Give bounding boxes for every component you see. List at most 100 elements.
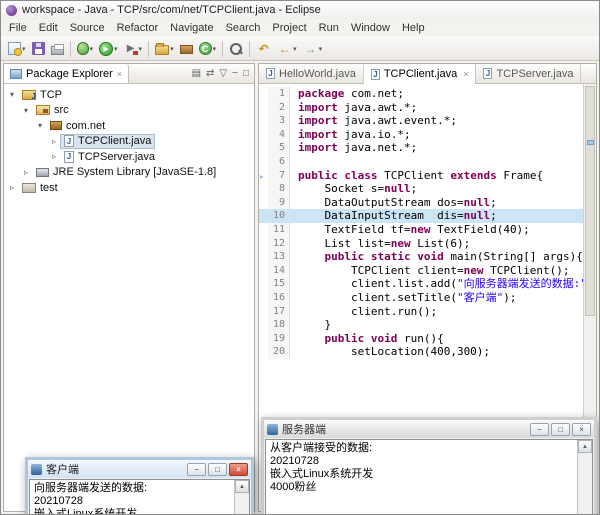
dropdown-arrow-icon[interactable]: ▾ [114, 45, 118, 53]
client-maximize-button[interactable]: □ [208, 463, 227, 476]
new-java-project-button[interactable]: ▾ [152, 38, 177, 59]
code-line-8[interactable]: 8 Socket s=null; [259, 182, 583, 196]
code-line-2[interactable]: 2import java.awt.*; [259, 101, 583, 115]
forward-button[interactable]: →▾ [300, 38, 326, 59]
package-explorer-title: Package Explorer [26, 68, 113, 80]
dropdown-arrow-icon[interactable]: ▾ [213, 45, 217, 53]
menu-search[interactable]: Search [220, 21, 267, 35]
view-menu-icon[interactable]: ▽ [219, 65, 227, 83]
menu-refactor[interactable]: Refactor [111, 21, 165, 35]
link-with-editor-icon[interactable]: ⇄ [206, 65, 214, 83]
external-tools-button[interactable]: ▶▾ [121, 38, 146, 59]
expanded-expander-icon[interactable]: ▾ [34, 121, 46, 130]
menu-edit[interactable]: Edit [33, 21, 64, 35]
collapsed-expander-icon[interactable]: ▹ [48, 152, 60, 161]
code-line-6[interactable]: 6 [259, 155, 583, 169]
back-button[interactable]: ←▾ [274, 38, 300, 59]
dropdown-arrow-icon[interactable]: ▾ [293, 45, 297, 53]
server-list-vscrollbar[interactable]: ▲ ▼ [577, 440, 592, 515]
client-close-button[interactable]: × [229, 463, 248, 476]
save-button[interactable] [29, 38, 48, 59]
dropdown-arrow-icon[interactable]: ▾ [22, 45, 26, 53]
code-line-19[interactable]: 19 public void run(){ [259, 332, 583, 346]
server-maximize-button[interactable]: □ [551, 423, 570, 436]
code-line-1[interactable]: 1package com.net; [259, 87, 583, 101]
collapsed-expander-icon[interactable]: ▹ [20, 168, 32, 177]
run-button[interactable]: ▶▾ [96, 38, 121, 59]
code-line-18[interactable]: 18 } [259, 318, 583, 332]
scroll-up-icon[interactable]: ▲ [235, 480, 249, 493]
code-line-13[interactable]: 13 public static void main(String[] args… [259, 250, 583, 264]
client-list-vscrollbar[interactable]: ▲ ▼ [234, 480, 249, 515]
print-button[interactable] [48, 38, 67, 59]
expanded-expander-icon[interactable]: ▾ [20, 106, 32, 115]
tree-item-jre-system-library-javase-1-8-[interactable]: ▹JRE System Library [JavaSE-1.8] [4, 165, 254, 181]
code-line-20[interactable]: 20 setLocation(400,300); [259, 345, 583, 359]
dropdown-arrow-icon[interactable]: ▾ [139, 45, 143, 53]
code-line-9[interactable]: 9 DataOutputStream dos=null; [259, 196, 583, 210]
code-line-15[interactable]: 15 client.list.add("向服务器端发送的数据:"); [259, 277, 583, 291]
code-line-14[interactable]: 14 TCPClient client=new TCPClient(); [259, 264, 583, 278]
package-explorer-tab[interactable]: Package Explorer × [4, 64, 129, 83]
search-icon [229, 42, 243, 56]
last-edit-location-button[interactable]: ↶ [253, 38, 274, 59]
code-line-5[interactable]: 5import java.net.*; [259, 141, 583, 155]
new-wizard-button[interactable]: ▾ [5, 38, 29, 59]
server-close-button[interactable]: × [572, 423, 591, 436]
client-minimize-button[interactable]: − [187, 463, 206, 476]
code-line-17[interactable]: 17 client.run(); [259, 305, 583, 319]
menu-project[interactable]: Project [266, 21, 312, 35]
code-line-11[interactable]: 11 TextField tf=new TextField(40); [259, 223, 583, 237]
title-bar[interactable]: workspace - Java - TCP/src/com/net/TCPCl… [1, 1, 599, 19]
tree-item-tcpserver-java[interactable]: ▹JTCPServer.java [4, 149, 254, 165]
close-tab-icon[interactable]: × [463, 69, 468, 79]
expanded-expander-icon[interactable]: ▾ [6, 90, 18, 99]
menu-source[interactable]: Source [64, 21, 111, 35]
annotation-gutter [259, 237, 268, 251]
dropdown-arrow-icon[interactable]: ▾ [90, 45, 94, 53]
new-class-button[interactable]: C▾ [196, 38, 220, 59]
tab-tcpclient-java[interactable]: J TCPClient.java × [364, 64, 477, 84]
client-titlebar[interactable]: 客户端 − □ × [28, 460, 251, 478]
code-line-12[interactable]: 12 List list=new List(6); [259, 237, 583, 251]
overview-marker[interactable] [587, 140, 594, 145]
server-minimize-button[interactable]: − [530, 423, 549, 436]
code-line-10[interactable]: 10 DataInputStream dis=null; [259, 209, 583, 223]
collapsed-expander-icon[interactable]: ▹ [48, 137, 60, 146]
scrollbar-thumb[interactable] [585, 86, 595, 316]
server-list[interactable]: 从客户端接受的数据:20210728嵌入式Linux系统开发4000粉丝 [266, 440, 577, 515]
dropdown-arrow-icon[interactable]: ▾ [170, 45, 174, 53]
code-line-4[interactable]: 4import java.io.*; [259, 128, 583, 142]
server-window-controls: − □ × [530, 423, 591, 436]
menu-run[interactable]: Run [313, 21, 345, 35]
maximize-view-icon[interactable]: □ [243, 65, 249, 83]
close-view-icon[interactable]: × [117, 69, 122, 79]
package-icon [50, 121, 62, 130]
tree-item-test[interactable]: ▹test [4, 180, 254, 196]
scroll-up-icon[interactable]: ▲ [578, 440, 592, 453]
menu-help[interactable]: Help [396, 21, 431, 35]
search-button[interactable] [226, 38, 246, 59]
menu-window[interactable]: Window [345, 21, 396, 35]
code-line-7[interactable]: ▹7public class TCPClient extends Frame{ [259, 169, 583, 183]
tree-item-tcpclient-java[interactable]: ▹JTCPClient.java [4, 134, 254, 150]
tab-helloworld-java[interactable]: J HelloWorld.java [259, 64, 364, 83]
new-package-button[interactable] [177, 38, 196, 59]
tab-tcpserver-java[interactable]: J TCPServer.java [476, 64, 581, 83]
tree-item-tcp[interactable]: ▾TCP [4, 87, 254, 103]
minimize-view-icon[interactable]: − [232, 65, 238, 83]
tree-item-com-net[interactable]: ▾com.net [4, 118, 254, 134]
debug-button[interactable]: ▾ [74, 38, 97, 59]
menu-file[interactable]: File [3, 21, 33, 35]
dropdown-arrow-icon[interactable]: ▾ [319, 45, 323, 53]
server-titlebar[interactable]: 服务器端 − □ × [264, 420, 594, 438]
annotation-gutter [259, 291, 268, 305]
code-line-3[interactable]: 3import java.awt.event.*; [259, 114, 583, 128]
client-list[interactable]: 向服务器端发送的数据:20210728嵌入式Linux系统开发4000粉丝 [30, 480, 234, 515]
tree-item-content: TCP [18, 87, 66, 102]
menu-navigate[interactable]: Navigate [164, 21, 219, 35]
collapse-all-icon[interactable]: ▤ [192, 65, 201, 83]
code-line-16[interactable]: 16 client.setTitle("客户端"); [259, 291, 583, 305]
tree-item-src[interactable]: ▾src [4, 103, 254, 119]
collapsed-expander-icon[interactable]: ▹ [6, 183, 18, 192]
